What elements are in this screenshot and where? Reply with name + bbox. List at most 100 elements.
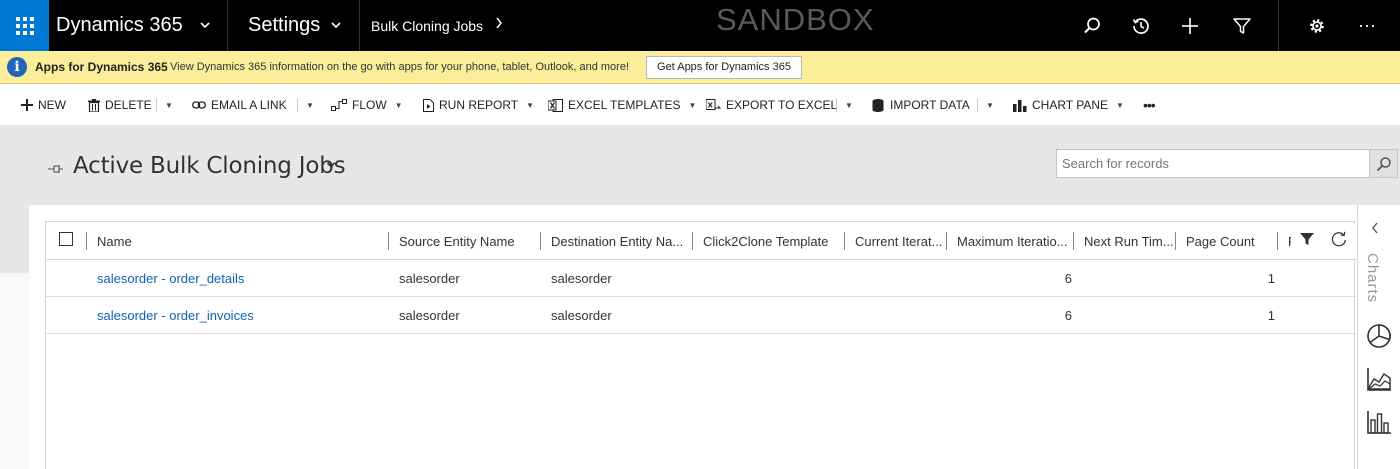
notification-title: Apps for Dynamics 365 [35, 60, 168, 74]
chevron-right-icon [495, 16, 503, 35]
import-data-label: IMPORT DATA [890, 98, 970, 112]
flow-button[interactable]: FLOW ▼ [331, 85, 403, 125]
export-excel-label: EXPORT TO EXCEL [726, 98, 838, 112]
report-icon [423, 98, 434, 112]
area-switcher[interactable]: Settings [228, 0, 360, 51]
excel-templates-label: EXCEL TEMPLATES [568, 98, 681, 112]
gear-icon[interactable] [1293, 0, 1341, 51]
waffle-icon [15, 16, 34, 35]
pin-icon[interactable] [48, 161, 64, 179]
column-divider[interactable] [844, 232, 845, 250]
column-header-name[interactable]: Name [97, 222, 382, 260]
filter-icon[interactable] [1299, 231, 1315, 252]
pie-chart-icon[interactable] [1365, 322, 1393, 350]
export-excel-button[interactable]: X EXPORT TO EXCEL [706, 85, 837, 125]
column-divider[interactable] [540, 232, 541, 250]
column-header-current-iteration[interactable]: Current Iterat... [855, 222, 947, 260]
search-icon[interactable] [1068, 0, 1116, 51]
top-navigation-bar: Dynamics 365 Settings Bulk Cloning Jobs … [0, 0, 1400, 51]
column-header-next-run-time[interactable]: Next Run Tim... [1084, 222, 1176, 260]
get-apps-button[interactable]: Get Apps for Dynamics 365 [646, 56, 802, 79]
new-button[interactable]: NEW [21, 85, 66, 125]
view-selector[interactable]: Active Bulk Cloning Jobs [73, 153, 346, 179]
trash-icon [88, 98, 100, 112]
bar-chart-icon[interactable] [1365, 408, 1393, 436]
area-name-label: Settings [248, 14, 321, 36]
email-link-dropdown[interactable]: ▼ [297, 85, 314, 125]
delete-dropdown[interactable]: ▼ [156, 85, 173, 125]
chevron-down-icon: ▼ [306, 100, 314, 110]
svg-text:X: X [708, 101, 714, 109]
search-button[interactable] [1369, 149, 1398, 178]
area-chart-icon[interactable] [1365, 365, 1393, 393]
table-row[interactable]: salesorder - order_details salesorder sa… [46, 260, 1356, 297]
bar-chart-icon [1013, 99, 1027, 112]
more-icon: ••• [1143, 97, 1156, 113]
column-divider[interactable] [1175, 232, 1176, 250]
flow-icon [331, 99, 347, 111]
more-commands-button[interactable]: ••• [1143, 85, 1156, 125]
new-icon[interactable] [1166, 0, 1214, 51]
run-report-label: RUN REPORT [439, 98, 519, 112]
delete-label: DELETE [105, 98, 152, 112]
delete-button[interactable]: DELETE [88, 85, 152, 125]
column-header-page-count[interactable]: Page Count [1186, 222, 1276, 260]
more-icon[interactable] [1343, 0, 1391, 51]
source-entity-cell: salesorder [399, 308, 460, 323]
run-report-button[interactable]: RUN REPORT ▼ [423, 85, 534, 125]
column-header-template[interactable]: Click2Clone Template [703, 222, 843, 260]
charts-label[interactable]: Charts [1364, 253, 1381, 303]
divider [1278, 0, 1279, 51]
plus-icon [21, 99, 33, 111]
column-divider[interactable] [692, 232, 693, 250]
column-divider[interactable] [388, 232, 389, 250]
column-header-source-entity[interactable]: Source Entity Name [399, 222, 539, 260]
excel-icon: X [548, 98, 563, 112]
destination-entity-cell: salesorder [551, 271, 612, 286]
import-data-dropdown[interactable]: ▼ [977, 85, 994, 125]
refresh-icon[interactable] [1330, 230, 1348, 253]
email-link-label: EMAIL A LINK [211, 98, 287, 112]
page-count-cell: 1 [1267, 308, 1275, 323]
command-bar: NEW DELETE ▼ EMAIL A LINK ▼ FLOW ▼ RUN R… [0, 85, 1400, 125]
import-icon [872, 98, 885, 112]
column-divider[interactable] [1073, 232, 1074, 250]
record-name-link[interactable]: salesorder - order_details [97, 260, 244, 297]
column-divider [86, 232, 87, 250]
maximum-iterations-cell: 6 [1064, 308, 1072, 323]
search-input[interactable] [1056, 149, 1370, 178]
page-count-cell: 1 [1267, 271, 1275, 286]
table-row[interactable]: salesorder - order_invoices salesorder s… [46, 297, 1356, 334]
column-header-destination-entity[interactable]: Destination Entity Na... [551, 222, 691, 260]
notification-bar: i Apps for Dynamics 365 View Dynamics 36… [0, 51, 1400, 84]
environment-label: SANDBOX [716, 2, 875, 37]
select-all-checkbox[interactable] [59, 232, 73, 246]
notification-message: View Dynamics 365 information on the go … [170, 61, 629, 73]
destination-entity-cell: salesorder [551, 308, 612, 323]
column-divider[interactable] [1277, 232, 1278, 250]
import-data-button[interactable]: IMPORT DATA [872, 85, 970, 125]
breadcrumb[interactable]: Bulk Cloning Jobs [360, 0, 503, 51]
app-launcher-button[interactable] [0, 0, 49, 51]
chevron-down-icon: ▼ [1116, 100, 1124, 110]
link-icon [192, 100, 206, 110]
chevron-down-icon: ▼ [845, 100, 853, 110]
chevron-down-icon: ▼ [526, 100, 535, 110]
email-link-button[interactable]: EMAIL A LINK [192, 85, 287, 125]
chevron-left-icon[interactable] [1370, 221, 1380, 238]
excel-templates-button[interactable]: X EXCEL TEMPLATES ▼ [548, 85, 696, 125]
filter-icon[interactable] [1218, 0, 1266, 51]
chevron-down-icon[interactable] [326, 155, 336, 178]
record-name-link[interactable]: salesorder - order_invoices [97, 297, 254, 334]
recent-icon[interactable] [1117, 0, 1165, 51]
chart-pane-button[interactable]: CHART PANE ▼ [1013, 85, 1124, 125]
column-header-maximum-iterations[interactable]: Maximum Iteratio... [957, 222, 1075, 260]
records-grid: Name Source Entity Name Destination Enti… [45, 221, 1356, 469]
new-label: NEW [38, 98, 66, 112]
chevron-down-icon: ▼ [394, 100, 403, 110]
grid-tools [1291, 224, 1356, 258]
export-excel-dropdown[interactable]: ▼ [836, 85, 853, 125]
chevron-down-icon: ▼ [688, 100, 697, 110]
column-divider[interactable] [946, 232, 947, 250]
app-switcher[interactable]: Dynamics 365 [49, 0, 228, 51]
